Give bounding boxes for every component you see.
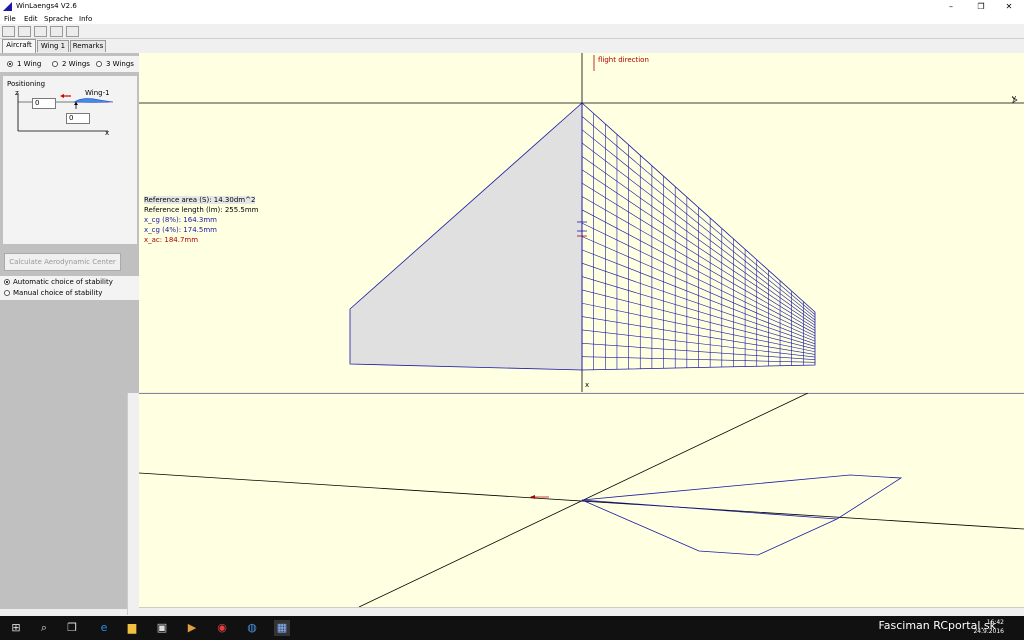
calculate-aerodynamic-center-button[interactable]: Calculate Aerodynamic Center <box>4 253 121 271</box>
title-bar <box>0 0 1024 13</box>
menu-sprache[interactable]: Sprache <box>44 15 73 23</box>
pen-icon[interactable] <box>66 26 79 37</box>
media-icon[interactable]: ▶ <box>184 620 200 636</box>
tab-aircraft[interactable]: Aircraft <box>2 39 36 53</box>
tab-remarks[interactable]: Remarks <box>70 40 106 52</box>
flight-direction-label: flight direction <box>598 56 649 64</box>
menu-edit[interactable]: Edit <box>24 15 38 23</box>
globe-icon[interactable]: ◍ <box>244 620 260 636</box>
clock: 16:42 24.9.2016 <box>973 618 1004 636</box>
label-automatic-stability: Automatic choice of stability <box>13 278 113 286</box>
clock-time: 16:42 <box>986 619 1004 626</box>
menu-file[interactable]: File <box>4 15 16 23</box>
reference-area: Reference area (S): 14.30dm^2 <box>144 196 256 204</box>
label-1-wing: 1 Wing <box>17 60 42 68</box>
y-axis-label: y <box>1012 94 1017 102</box>
chrome-icon[interactable]: ◉ <box>214 620 230 636</box>
wing-label: Wing-1 <box>85 89 110 97</box>
menu-info[interactable]: Info <box>79 15 92 23</box>
menu-bar <box>0 13 1024 24</box>
tab-wing-1[interactable]: Wing 1 <box>37 40 69 52</box>
positioning-label: Positioning <box>7 80 46 88</box>
disk-icon[interactable] <box>34 26 47 37</box>
radio-1-wing[interactable] <box>7 61 13 67</box>
wing-perspective-drawing <box>139 393 1024 607</box>
clock-date: 24.9.2016 <box>973 628 1004 635</box>
window-title: WinLaengs4 V2.6 <box>16 2 77 10</box>
print-icon[interactable] <box>50 26 63 37</box>
vertical-scrollbar[interactable] <box>127 393 139 615</box>
label-3-wings: 3 Wings <box>106 60 134 68</box>
z-axis-label: z <box>15 89 19 97</box>
open-icon[interactable] <box>2 26 15 37</box>
z-position-input[interactable]: 0 <box>32 98 56 109</box>
label-2-wings: 2 Wings <box>62 60 90 68</box>
task-view-icon[interactable]: ❐ <box>64 620 80 636</box>
label-manual-stability: Manual choice of stability <box>13 289 103 297</box>
toolbar <box>0 24 1024 39</box>
winlaengs-taskbar-icon[interactable]: ▦ <box>274 620 290 636</box>
save-icon[interactable] <box>18 26 31 37</box>
radio-3-wings[interactable] <box>96 61 102 67</box>
x-cg-4: x_cg (4%): 174.5mm <box>144 226 217 234</box>
x-ac: x_ac: 184.7mm <box>144 236 199 244</box>
minimize-button[interactable]: – <box>936 0 966 13</box>
radio-automatic-stability[interactable] <box>4 279 10 285</box>
wing-planform-drawing <box>139 53 1024 392</box>
x-axis-label: x <box>105 129 110 137</box>
radio-2-wings[interactable] <box>52 61 58 67</box>
folder-icon[interactable]: ▆ <box>124 620 140 636</box>
restore-button[interactable]: ❐ <box>966 0 996 13</box>
x-position-input[interactable]: 0 <box>66 113 90 124</box>
radio-manual-stability[interactable] <box>4 290 10 296</box>
app-icon <box>3 2 12 11</box>
store-icon[interactable]: ▣ <box>154 620 170 636</box>
reference-length: Reference length (lm): 255.5mm <box>144 206 259 214</box>
close-button[interactable]: ✕ <box>994 0 1024 13</box>
start-icon[interactable]: ⊞ <box>8 620 24 636</box>
x-cg-8: x_cg (8%): 164.3mm <box>144 216 217 224</box>
horizontal-scrollbar[interactable] <box>139 607 1024 616</box>
search-icon[interactable]: ⌕ <box>36 620 52 636</box>
x-axis-top-label: x <box>585 381 590 389</box>
edge-icon[interactable]: e <box>96 620 112 636</box>
